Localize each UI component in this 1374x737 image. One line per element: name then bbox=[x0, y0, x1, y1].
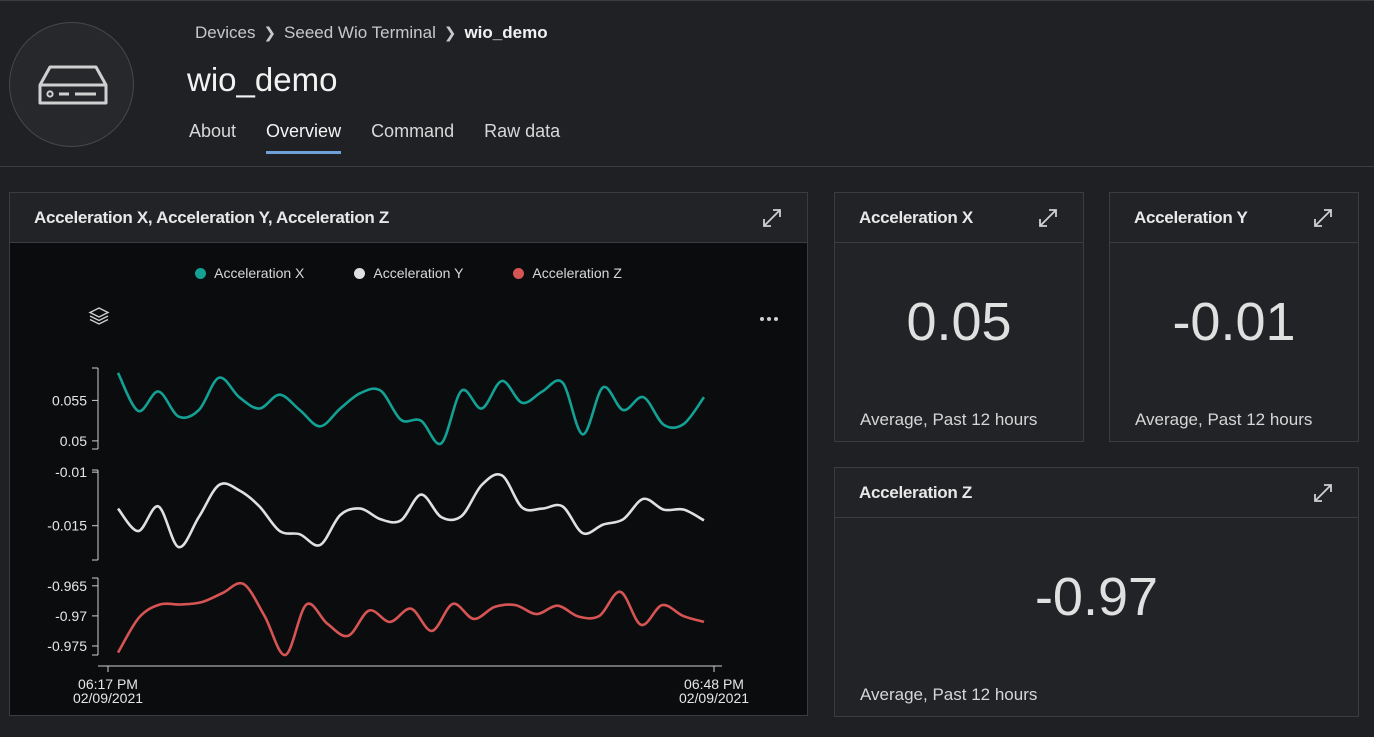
chart-area: Acceleration X Acceleration Y Accelerati… bbox=[10, 243, 807, 715]
expand-icon[interactable] bbox=[1312, 207, 1334, 229]
tab-raw-data[interactable]: Raw data bbox=[484, 121, 560, 154]
x-end-date: 02/09/2021 bbox=[679, 690, 749, 706]
line-chart: 0.0550.05-0.01-0.015-0.965-0.97-0.975 06… bbox=[47, 307, 778, 706]
more-icon[interactable] bbox=[760, 317, 778, 321]
breadcrumb-devices[interactable]: Devices bbox=[195, 23, 255, 43]
breadcrumb-current: wio_demo bbox=[464, 23, 548, 42]
kpi-title: Acceleration Y bbox=[1134, 207, 1248, 227]
tab-command[interactable]: Command bbox=[371, 121, 454, 154]
kpi-tile-acceleration-x: Acceleration X 0.05 Average, Past 12 hou… bbox=[834, 192, 1084, 442]
y-tick-label: -0.97 bbox=[55, 608, 87, 624]
device-header: Devices ❯ Seeed Wio Terminal ❯ wio_demo … bbox=[0, 0, 1374, 167]
y-tick-label: -0.01 bbox=[55, 464, 87, 480]
y-tick-label: -0.965 bbox=[47, 578, 87, 594]
layers-icon[interactable] bbox=[88, 307, 110, 325]
expand-icon[interactable] bbox=[1312, 482, 1334, 504]
y-tick-label: 0.05 bbox=[60, 433, 87, 449]
series-line-acceleration-x bbox=[116, 372, 706, 446]
chart-tile: Acceleration X, Acceleration Y, Accelera… bbox=[9, 192, 808, 716]
y-tick-label: -0.975 bbox=[47, 638, 87, 654]
series-line-acceleration-y bbox=[116, 473, 705, 549]
page-title: wio_demo bbox=[187, 61, 338, 98]
expand-icon[interactable] bbox=[1037, 207, 1059, 229]
kpi-tile-acceleration-z: Acceleration Z -0.97 Average, Past 12 ho… bbox=[834, 467, 1359, 717]
kpi-tile-acceleration-y: Acceleration Y -0.01 Average, Past 12 ho… bbox=[1109, 192, 1359, 442]
chevron-right-icon: ❯ bbox=[263, 25, 277, 42]
tab-overview[interactable]: Overview bbox=[266, 121, 342, 154]
device-icon bbox=[38, 65, 108, 105]
kpi-footer: Average, Past 12 hours bbox=[1135, 410, 1313, 429]
breadcrumb: Devices ❯ Seeed Wio Terminal ❯ wio_demo bbox=[195, 23, 548, 43]
tab-about[interactable]: About bbox=[189, 121, 236, 154]
kpi-value: -0.97 bbox=[1034, 567, 1159, 627]
series-line-acceleration-z bbox=[116, 581, 705, 657]
kpi-header: Acceleration Y bbox=[1110, 193, 1358, 243]
y-tick-label: 0.055 bbox=[52, 392, 87, 408]
chevron-right-icon: ❯ bbox=[443, 25, 457, 42]
tab-bar: About Overview Command Raw data bbox=[189, 121, 590, 154]
kpi-header: Acceleration Z bbox=[835, 468, 1358, 518]
kpi-footer: Average, Past 12 hours bbox=[860, 685, 1038, 704]
chart-tile-header: Acceleration X, Acceleration Y, Accelera… bbox=[10, 193, 807, 243]
kpi-value: 0.05 bbox=[906, 292, 1012, 352]
device-avatar bbox=[9, 22, 134, 147]
kpi-value: -0.01 bbox=[1172, 292, 1296, 352]
kpi-footer: Average, Past 12 hours bbox=[860, 410, 1038, 429]
expand-icon[interactable] bbox=[761, 207, 783, 229]
kpi-header: Acceleration X bbox=[835, 193, 1083, 243]
breadcrumb-template[interactable]: Seeed Wio Terminal bbox=[284, 23, 436, 43]
chart-tile-title: Acceleration X, Acceleration Y, Accelera… bbox=[34, 207, 389, 227]
y-tick-label: -0.015 bbox=[47, 518, 87, 534]
kpi-title: Acceleration Z bbox=[859, 482, 972, 502]
kpi-title: Acceleration X bbox=[859, 207, 973, 227]
x-start-date: 02/09/2021 bbox=[73, 690, 143, 706]
